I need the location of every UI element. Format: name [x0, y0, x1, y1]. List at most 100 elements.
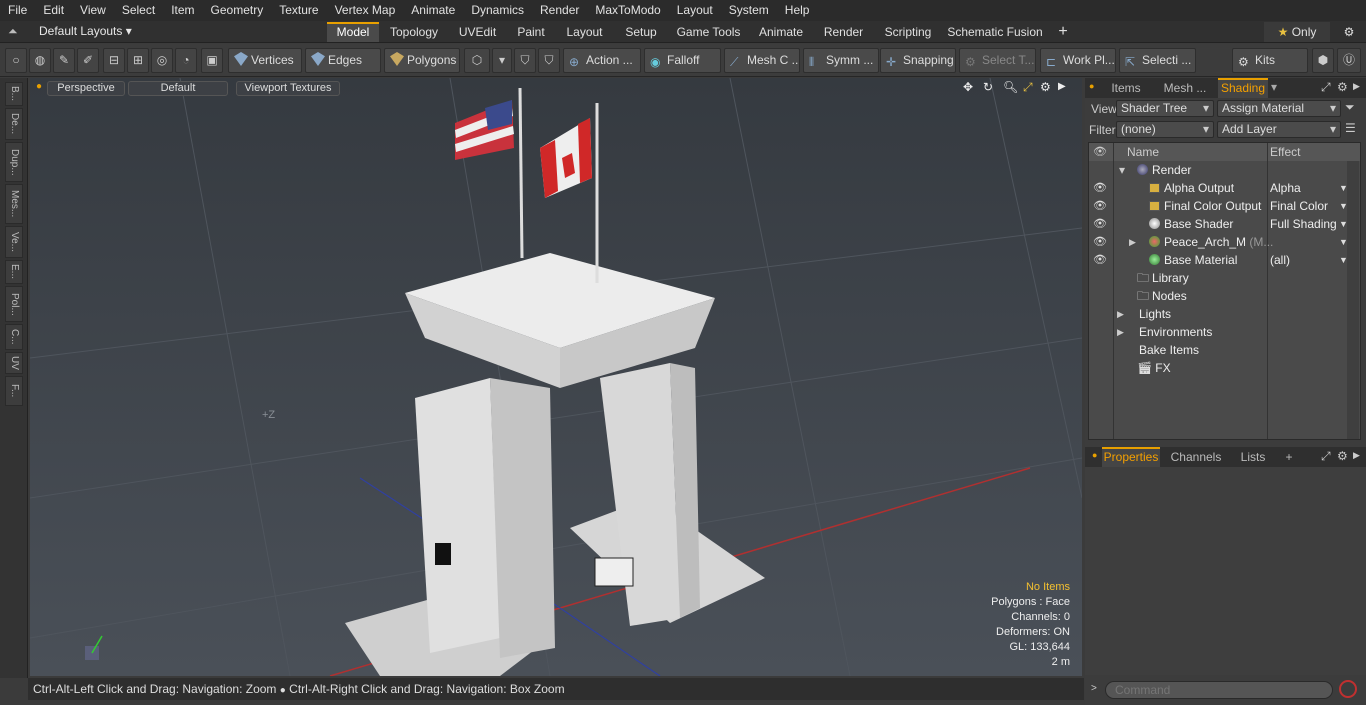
- add-tab-icon[interactable]: +: [1279, 447, 1299, 467]
- effect-value[interactable]: Alpha: [1270, 179, 1301, 197]
- record-icon[interactable]: [1339, 680, 1357, 698]
- filter-funnel-icon[interactable]: ⏷: [1345, 100, 1355, 115]
- assign-material-dropdown[interactable]: Assign Material: [1217, 100, 1341, 117]
- view-dropdown[interactable]: Shader Tree: [1116, 100, 1214, 117]
- effect-dropdown-icon[interactable]: ▼: [1339, 215, 1348, 233]
- unity-icon[interactable]: ⬢: [1312, 48, 1334, 73]
- tab-layout[interactable]: Layout: [558, 22, 611, 42]
- gear-icon[interactable]: ⚙: [1338, 22, 1360, 42]
- menu-maxtomodo[interactable]: MaxToModo: [587, 0, 668, 21]
- shading-mode-button[interactable]: Default: [128, 81, 228, 96]
- tree-row-lights[interactable]: ▶ Lights: [1089, 305, 1346, 323]
- add-tab-icon[interactable]: +: [1052, 22, 1074, 42]
- tree-row-peace-arch-material[interactable]: 👁︎ ▶ Peace_Arch_M (M... ▼: [1089, 233, 1348, 251]
- pen-icon[interactable]: ✎: [53, 48, 75, 73]
- tab-uv[interactable]: UV: [5, 352, 23, 374]
- menu-help[interactable]: Help: [777, 0, 818, 21]
- work-plane-button[interactable]: ⊏ Work Pl...: [1040, 48, 1116, 73]
- chevron-down-icon[interactable]: ▾: [492, 48, 512, 73]
- effect-dropdown-icon[interactable]: ▼: [1339, 197, 1348, 215]
- effect-dropdown-icon[interactable]: ▼: [1339, 251, 1348, 269]
- tab-deform[interactable]: De...: [5, 108, 23, 140]
- effect-value[interactable]: Full Shading: [1270, 215, 1337, 233]
- rotate-view-icon[interactable]: ↻: [983, 80, 993, 94]
- layout-arrow-icon[interactable]: ⏶: [8, 24, 18, 39]
- default-layouts-dropdown[interactable]: Default Layouts ▾: [39, 24, 132, 38]
- panel-expand-icon[interactable]: ⤢: [1321, 449, 1331, 464]
- center-icon[interactable]: ⊞: [127, 48, 149, 73]
- tab-fusion[interactable]: F...: [5, 376, 23, 406]
- menu-view[interactable]: View: [72, 0, 114, 21]
- eye-icon[interactable]: 👁︎: [1093, 233, 1107, 251]
- only-toggle[interactable]: ★ Only: [1264, 22, 1330, 42]
- menu-edit[interactable]: Edit: [35, 0, 72, 21]
- tab-mesh-edit[interactable]: Mes...: [5, 184, 23, 224]
- snap-shield-icon[interactable]: ⛉: [514, 48, 536, 73]
- effect-dropdown-icon[interactable]: ▼: [1339, 179, 1348, 197]
- target-icon[interactable]: ◎: [151, 48, 173, 73]
- panel-menu-arrow-icon[interactable]: ▶: [1353, 81, 1360, 92]
- menu-texture[interactable]: Texture: [271, 0, 326, 21]
- cube-mode-icon[interactable]: ▣: [201, 48, 223, 73]
- unreal-icon[interactable]: Ⓤ: [1337, 48, 1361, 73]
- align-icon[interactable]: ⊟: [103, 48, 125, 73]
- list-options-icon[interactable]: ☰: [1345, 121, 1356, 135]
- clock-icon[interactable]: ◔: [175, 48, 197, 73]
- tab-game-tools[interactable]: Game Tools: [672, 22, 745, 42]
- globe-icon[interactable]: ◍: [29, 48, 51, 73]
- polygons-button[interactable]: Polygons: [384, 48, 460, 73]
- tab-polygon[interactable]: Pol...: [5, 286, 23, 322]
- viewport-gear-icon[interactable]: ⚙: [1040, 80, 1051, 94]
- falloff-button[interactable]: ◉ Falloff: [644, 48, 721, 73]
- tab-duplicate[interactable]: Dup...: [5, 142, 23, 182]
- view-mode-button[interactable]: Perspective: [47, 81, 125, 96]
- tab-properties[interactable]: Properties: [1102, 447, 1160, 467]
- tab-lists[interactable]: Lists: [1231, 447, 1275, 467]
- tab-scripting[interactable]: Scripting: [876, 22, 940, 42]
- menu-render[interactable]: Render: [532, 0, 587, 21]
- tree-row-bake-items[interactable]: Bake Items: [1089, 341, 1346, 359]
- tree-row-environments[interactable]: ▶ Environments: [1089, 323, 1346, 341]
- tree-row-nodes[interactable]: 🗀 Nodes: [1089, 287, 1346, 305]
- eye-icon[interactable]: 👁︎: [1093, 215, 1107, 233]
- tree-row-base-shader[interactable]: 👁︎ Base Shader Full Shading ▼: [1089, 215, 1348, 233]
- sculpt-icon[interactable]: ✐: [77, 48, 99, 73]
- selection-sets-button[interactable]: ⇱ Selecti ...: [1119, 48, 1196, 73]
- effect-value[interactable]: Final Color: [1270, 197, 1328, 215]
- tab-setup[interactable]: Setup: [616, 22, 666, 42]
- snapping-button[interactable]: ✛ Snapping: [880, 48, 956, 73]
- menu-select[interactable]: Select: [114, 0, 163, 21]
- tree-row-render[interactable]: ▾ Render: [1089, 161, 1346, 179]
- menu-dynamics[interactable]: Dynamics: [463, 0, 532, 21]
- circle-select-icon[interactable]: ○: [5, 48, 27, 73]
- tab-edge[interactable]: E...: [5, 260, 23, 284]
- viewport-menu-arrow-icon[interactable]: ▶: [1058, 81, 1066, 92]
- menu-item[interactable]: Item: [163, 0, 202, 21]
- tab-model[interactable]: Model: [327, 22, 379, 42]
- select-through-button[interactable]: ⚙ Select T...: [959, 48, 1036, 73]
- tree-row-base-material[interactable]: 👁︎ Base Material (all) ▼: [1089, 251, 1348, 269]
- tab-basic[interactable]: B...: [5, 82, 23, 106]
- 3d-viewport[interactable]: +Z ● Perspective Default Viewport Textur…: [30, 78, 1082, 676]
- collapse-arrow-icon[interactable]: ▾: [1119, 161, 1125, 179]
- effect-dropdown-icon[interactable]: ▼: [1339, 233, 1348, 251]
- tree-row-final-color-output[interactable]: 👁︎ Final Color Output Final Color ▼: [1089, 197, 1348, 215]
- filter-dropdown[interactable]: (none): [1116, 121, 1214, 138]
- panel-gear-icon[interactable]: ⚙: [1337, 449, 1348, 463]
- tabs-dropdown-icon[interactable]: ▾: [1271, 80, 1277, 94]
- tab-render[interactable]: Render: [817, 22, 870, 42]
- panel-expand-icon[interactable]: ⤢: [1321, 80, 1331, 95]
- tab-items[interactable]: Items: [1099, 78, 1153, 98]
- menu-animate[interactable]: Animate: [403, 0, 463, 21]
- eye-icon[interactable]: 👁︎: [1093, 197, 1107, 215]
- maximize-view-icon[interactable]: ⤢: [1023, 80, 1033, 95]
- menu-layout[interactable]: Layout: [669, 0, 721, 21]
- tab-mesh[interactable]: Mesh ...: [1155, 78, 1215, 98]
- menu-system[interactable]: System: [721, 0, 777, 21]
- zoom-view-icon[interactable]: 🔍︎: [1003, 80, 1018, 94]
- mesh-constraint-button[interactable]: ⟋ Mesh C ...: [724, 48, 800, 73]
- tree-row-alpha-output[interactable]: 👁︎ Alpha Output Alpha ▼: [1089, 179, 1348, 197]
- panel-menu-arrow-icon[interactable]: ▶: [1353, 450, 1360, 461]
- symmetry-button[interactable]: ⫴ Symm ...: [803, 48, 879, 73]
- material-mode-icon[interactable]: ⬡: [464, 48, 490, 73]
